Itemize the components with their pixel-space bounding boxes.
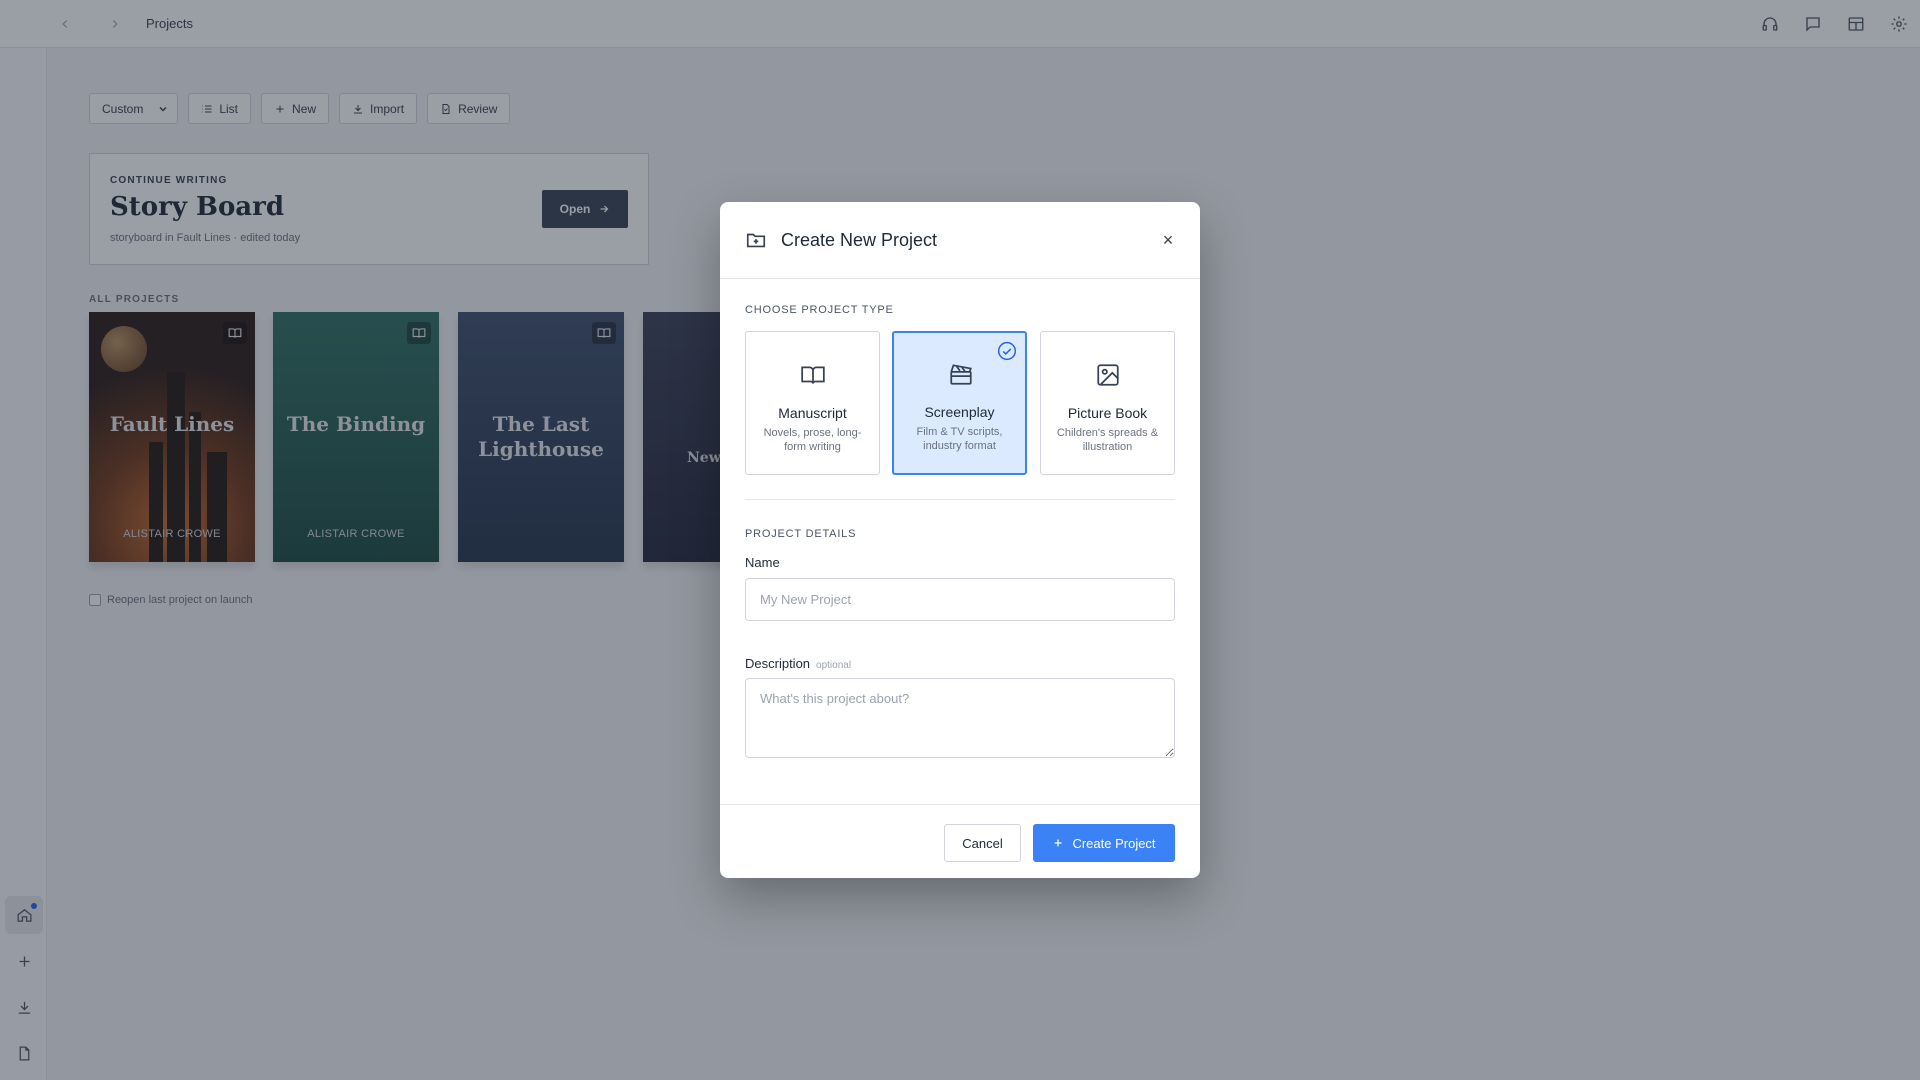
type-description: Film & TV scripts, industry format [916,426,1003,452]
type-name: Manuscript [778,405,847,421]
type-card-screenplay[interactable]: Screenplay Film & TV scripts, industry f… [892,331,1027,475]
folder-plus-icon [746,233,766,248]
project-name-input[interactable] [745,578,1175,621]
type-name: Picture Book [1067,405,1148,421]
optional-hint: optional [816,660,852,671]
create-project-label: Create Project [1072,835,1156,851]
image-icon [1097,364,1119,386]
clapperboard-icon [950,364,972,385]
plus-icon [1054,839,1062,847]
name-label-text: Name [745,555,780,570]
dialog-header: Create New Project × [720,202,1200,279]
section-divider [745,499,1175,500]
dialog-footer: Cancel Create Project [720,804,1200,878]
project-type-heading: CHOOSE PROJECT TYPE [745,304,894,316]
type-description: Children's spreads & illustration [1056,427,1159,453]
type-name: Screenplay [924,404,995,420]
type-card-manuscript[interactable]: Manuscript Novels, prose, long-form writ… [745,331,880,475]
type-card-picture-book[interactable]: Picture Book Children's spreads & illust… [1040,331,1175,475]
check-circle-icon [997,341,1017,361]
cancel-label: Cancel [962,835,1003,851]
cancel-button[interactable]: Cancel [944,824,1021,862]
create-project-button[interactable]: Create Project [1033,824,1175,862]
description-label-text: Description [745,656,811,671]
create-project-dialog: Create New Project × CHOOSE PROJECT TYPE… [720,202,1200,878]
name-label: Name [745,555,780,570]
close-icon[interactable]: × [1158,230,1178,250]
project-details-heading: PROJECT DETAILS [745,528,857,540]
dialog-title: Create New Project [781,230,938,250]
project-description-input[interactable] [745,678,1175,758]
type-description: Novels, prose, long-form writing [763,427,862,453]
description-label: Description optional [745,656,851,671]
book-icon [801,366,825,384]
